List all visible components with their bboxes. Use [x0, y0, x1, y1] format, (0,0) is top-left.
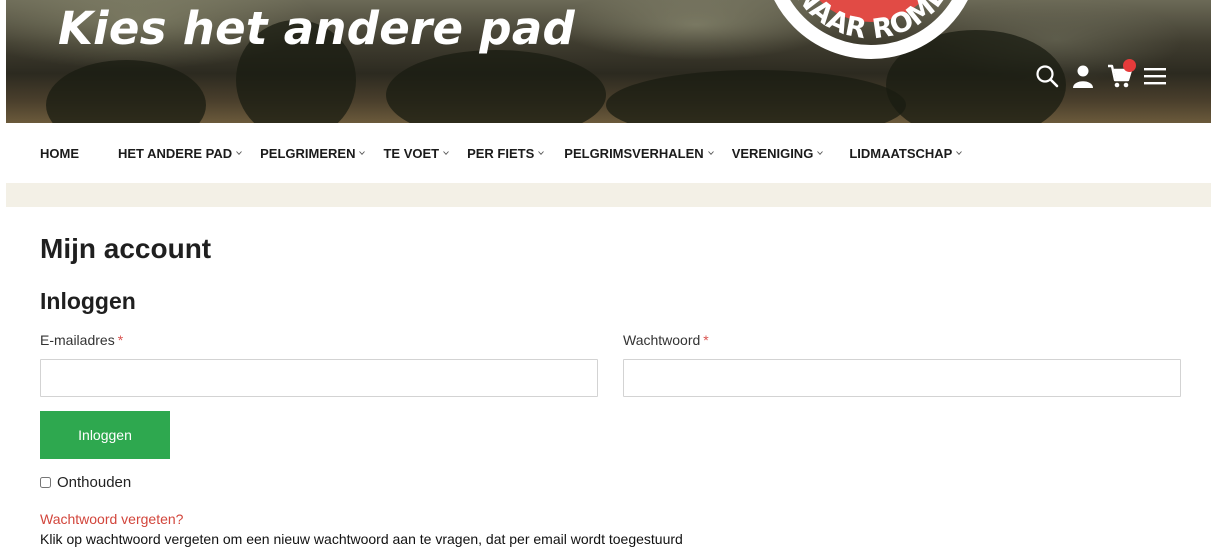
- nav-item-label: PER FIETS: [467, 145, 535, 161]
- nav-item-vereniging[interactable]: VERENIGING: [732, 123, 824, 183]
- required-mark: *: [117, 332, 124, 348]
- password-label: Wachtwoord *: [623, 332, 709, 348]
- cart-badge: [1123, 59, 1136, 72]
- nav-item-per-fiets[interactable]: PER FIETS: [467, 123, 545, 183]
- hero-banner: Kies het andere pad NAAR ROME: [6, 0, 1211, 123]
- divider-band: [6, 183, 1211, 207]
- email-field[interactable]: [40, 359, 598, 397]
- remember-me[interactable]: Onthouden: [40, 474, 131, 491]
- menu-icon[interactable]: [1142, 63, 1168, 89]
- nav-item-het-andere-pad[interactable]: HET ANDERE PAD: [118, 123, 242, 183]
- hero-tree-shape: [386, 50, 606, 123]
- nav-item-label: HOME: [40, 145, 79, 161]
- required-mark: *: [703, 332, 709, 348]
- search-icon[interactable]: [1034, 63, 1060, 89]
- chevron-down-icon: [956, 151, 963, 155]
- forgot-password-hint: Klik op wachtwoord vergeten om een nieuw…: [40, 531, 683, 547]
- header-icon-bar: [1034, 58, 1168, 94]
- nav-item-label: LIDMAATSCHAP: [849, 145, 953, 161]
- user-icon[interactable]: [1070, 63, 1096, 89]
- nav-item-lidmaatschap[interactable]: LIDMAATSCHAP: [849, 123, 963, 183]
- nav-item-home[interactable]: HOME: [40, 123, 79, 183]
- chevron-down-icon: [359, 151, 366, 155]
- remember-checkbox[interactable]: [40, 477, 51, 488]
- main-navigation: HOME HET ANDERE PAD PELGRIMEREN TE VOET …: [6, 123, 1211, 183]
- email-label: E-mailadres *: [40, 332, 123, 348]
- chevron-down-icon: [236, 151, 242, 155]
- remember-label: Onthouden: [57, 474, 132, 491]
- chevron-down-icon: [443, 151, 449, 155]
- chevron-down-icon: [538, 151, 545, 155]
- login-button[interactable]: Inloggen: [40, 411, 170, 459]
- hero-tree-shape: [46, 60, 206, 123]
- hero-tree-shape: [606, 70, 906, 123]
- nav-item-pelgrimeren[interactable]: PELGRIMEREN: [260, 123, 366, 183]
- nav-item-label: PELGRIMEREN: [260, 145, 356, 161]
- password-label-text: Wachtwoord: [623, 332, 701, 348]
- cart-icon[interactable]: [1106, 59, 1136, 89]
- chevron-down-icon: [707, 151, 714, 155]
- hero-tagline: Kies het andere pad: [58, 2, 576, 55]
- nav-item-pelgrimsverhalen[interactable]: PELGRIMSVERHALEN: [564, 123, 714, 183]
- login-section-title: Inloggen: [40, 288, 136, 314]
- forgot-password-link[interactable]: Wachtwoord vergeten?: [40, 511, 183, 527]
- nav-item-te-voet[interactable]: TE VOET: [383, 123, 449, 183]
- nav-item-label: TE VOET: [383, 145, 440, 161]
- nav-item-label: HET ANDERE PAD: [118, 145, 233, 161]
- chevron-down-icon: [817, 151, 824, 155]
- nav-item-label: PELGRIMSVERHALEN: [564, 145, 704, 161]
- site-logo[interactable]: NAAR ROME: [741, 0, 1001, 70]
- nav-item-label: VERENIGING: [731, 145, 814, 161]
- page-title: Mijn account: [40, 233, 212, 264]
- email-label-text: E-mailadres: [40, 332, 115, 348]
- password-field[interactable]: [623, 359, 1181, 397]
